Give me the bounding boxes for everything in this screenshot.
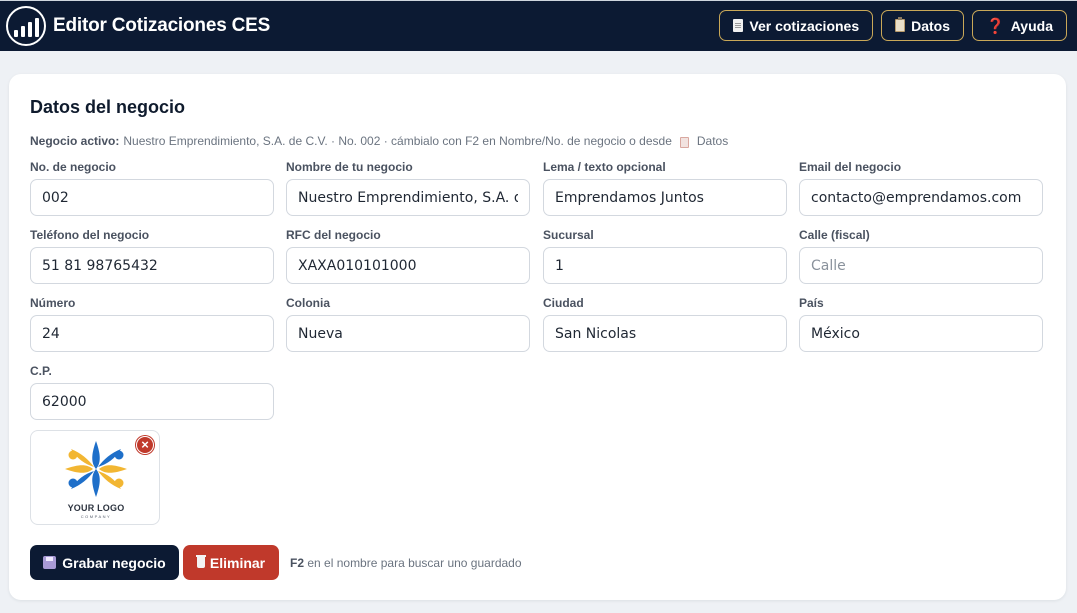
ayuda-button[interactable]: ❓ Ayuda xyxy=(972,10,1067,41)
nombre-group: Nombre de tu negocio xyxy=(286,160,530,216)
ciudad-group: Ciudad xyxy=(543,296,787,352)
rfc-input[interactable] xyxy=(286,247,530,284)
document-icon xyxy=(733,19,744,32)
pais-input[interactable] xyxy=(799,315,1043,352)
ver-cotizaciones-label: Ver cotizaciones xyxy=(749,17,860,34)
hint-key: F2 xyxy=(290,556,305,570)
nombre-label: Nombre de tu negocio xyxy=(286,160,413,174)
numero-negocio-input[interactable] xyxy=(30,179,274,216)
calle-label: Calle (fiscal) xyxy=(799,228,870,242)
logo-text: YOUR LOGO xyxy=(67,503,125,513)
cp-group: C.P. xyxy=(30,364,274,420)
email-input[interactable] xyxy=(799,179,1043,216)
sucursal-label: Sucursal xyxy=(543,228,594,242)
cp-label: C.P. xyxy=(30,364,52,378)
app-logo-icon xyxy=(6,6,46,46)
logo-image: YOUR LOGO COMPANY xyxy=(61,437,131,521)
active-business-link[interactable]: Datos xyxy=(697,134,728,148)
ver-cotizaciones-button[interactable]: Ver cotizaciones xyxy=(719,10,874,41)
clipboard-icon xyxy=(895,17,906,32)
ayuda-label: Ayuda xyxy=(1010,17,1053,34)
numero-group: Número xyxy=(30,296,274,352)
floppy-disk-icon xyxy=(43,556,57,569)
numero-label: Número xyxy=(30,296,76,310)
save-business-button[interactable]: Grabar negocio xyxy=(30,545,179,580)
business-logo-preview[interactable]: YOUR LOGO COMPANY × xyxy=(30,430,160,525)
ciudad-input[interactable] xyxy=(543,315,787,352)
question-icon: ❓ xyxy=(986,17,1005,35)
active-business-line: Negocio activo: Nuestro Emprendimiento, … xyxy=(30,134,728,148)
trash-icon xyxy=(195,555,206,568)
remove-logo-button[interactable]: × xyxy=(136,436,154,454)
rfc-label: RFC del negocio xyxy=(286,228,381,242)
email-group: Email del negocio xyxy=(799,160,1043,216)
rfc-group: RFC del negocio xyxy=(286,228,530,284)
delete-business-label: Eliminar xyxy=(209,554,266,571)
colonia-input[interactable] xyxy=(286,315,530,352)
telefono-input[interactable] xyxy=(30,247,274,284)
sucursal-input[interactable] xyxy=(543,247,787,284)
datos-label: Datos xyxy=(911,17,951,34)
pais-label: País xyxy=(799,296,824,310)
colonia-label: Colonia xyxy=(286,296,330,310)
clipboard-icon xyxy=(679,136,689,148)
hint-text: en el nombre para buscar uno guardado xyxy=(307,556,522,570)
numero-negocio-label: No. de negocio xyxy=(30,160,117,174)
colonia-group: Colonia xyxy=(286,296,530,352)
save-business-label: Grabar negocio xyxy=(62,554,166,571)
top-bar: Editor Cotizaciones CES Ver cotizaciones… xyxy=(0,0,1077,51)
datos-button[interactable]: Datos xyxy=(881,10,965,41)
nombre-input[interactable] xyxy=(286,179,530,216)
app-title: Editor Cotizaciones CES xyxy=(53,15,271,36)
telefono-label: Teléfono del negocio xyxy=(30,228,150,242)
ciudad-label: Ciudad xyxy=(543,296,584,310)
pais-group: País xyxy=(799,296,1043,352)
lema-input[interactable] xyxy=(543,179,787,216)
section-title: Datos del negocio xyxy=(30,97,186,117)
sucursal-group: Sucursal xyxy=(543,228,787,284)
email-label: Email del negocio xyxy=(799,160,902,174)
calle-group: Calle (fiscal) xyxy=(799,228,1043,284)
calle-input[interactable] xyxy=(799,247,1043,284)
active-business-label: Negocio activo: xyxy=(30,134,120,148)
top-actions: Ver cotizaciones Datos ❓ Ayuda xyxy=(719,10,1067,41)
lema-group: Lema / texto opcional xyxy=(543,160,787,216)
business-card: Datos del negocio Negocio activo: Nuestr… xyxy=(9,74,1066,600)
cp-input[interactable] xyxy=(30,383,274,420)
active-business-value: Nuestro Emprendimiento, S.A. de C.V. · N… xyxy=(123,134,672,148)
telefono-group: Teléfono del negocio xyxy=(30,228,274,284)
numero-negocio-group: No. de negocio xyxy=(30,160,274,216)
lema-label: Lema / texto opcional xyxy=(543,160,666,174)
logo-subtext: COMPANY xyxy=(80,514,112,519)
logo-graphic-icon xyxy=(65,441,127,497)
numero-input[interactable] xyxy=(30,315,274,352)
delete-business-button[interactable]: Eliminar xyxy=(183,545,279,580)
f2-hint: F2 en el nombre para buscar uno guardado xyxy=(290,556,522,570)
brand: Editor Cotizaciones CES xyxy=(6,6,270,46)
